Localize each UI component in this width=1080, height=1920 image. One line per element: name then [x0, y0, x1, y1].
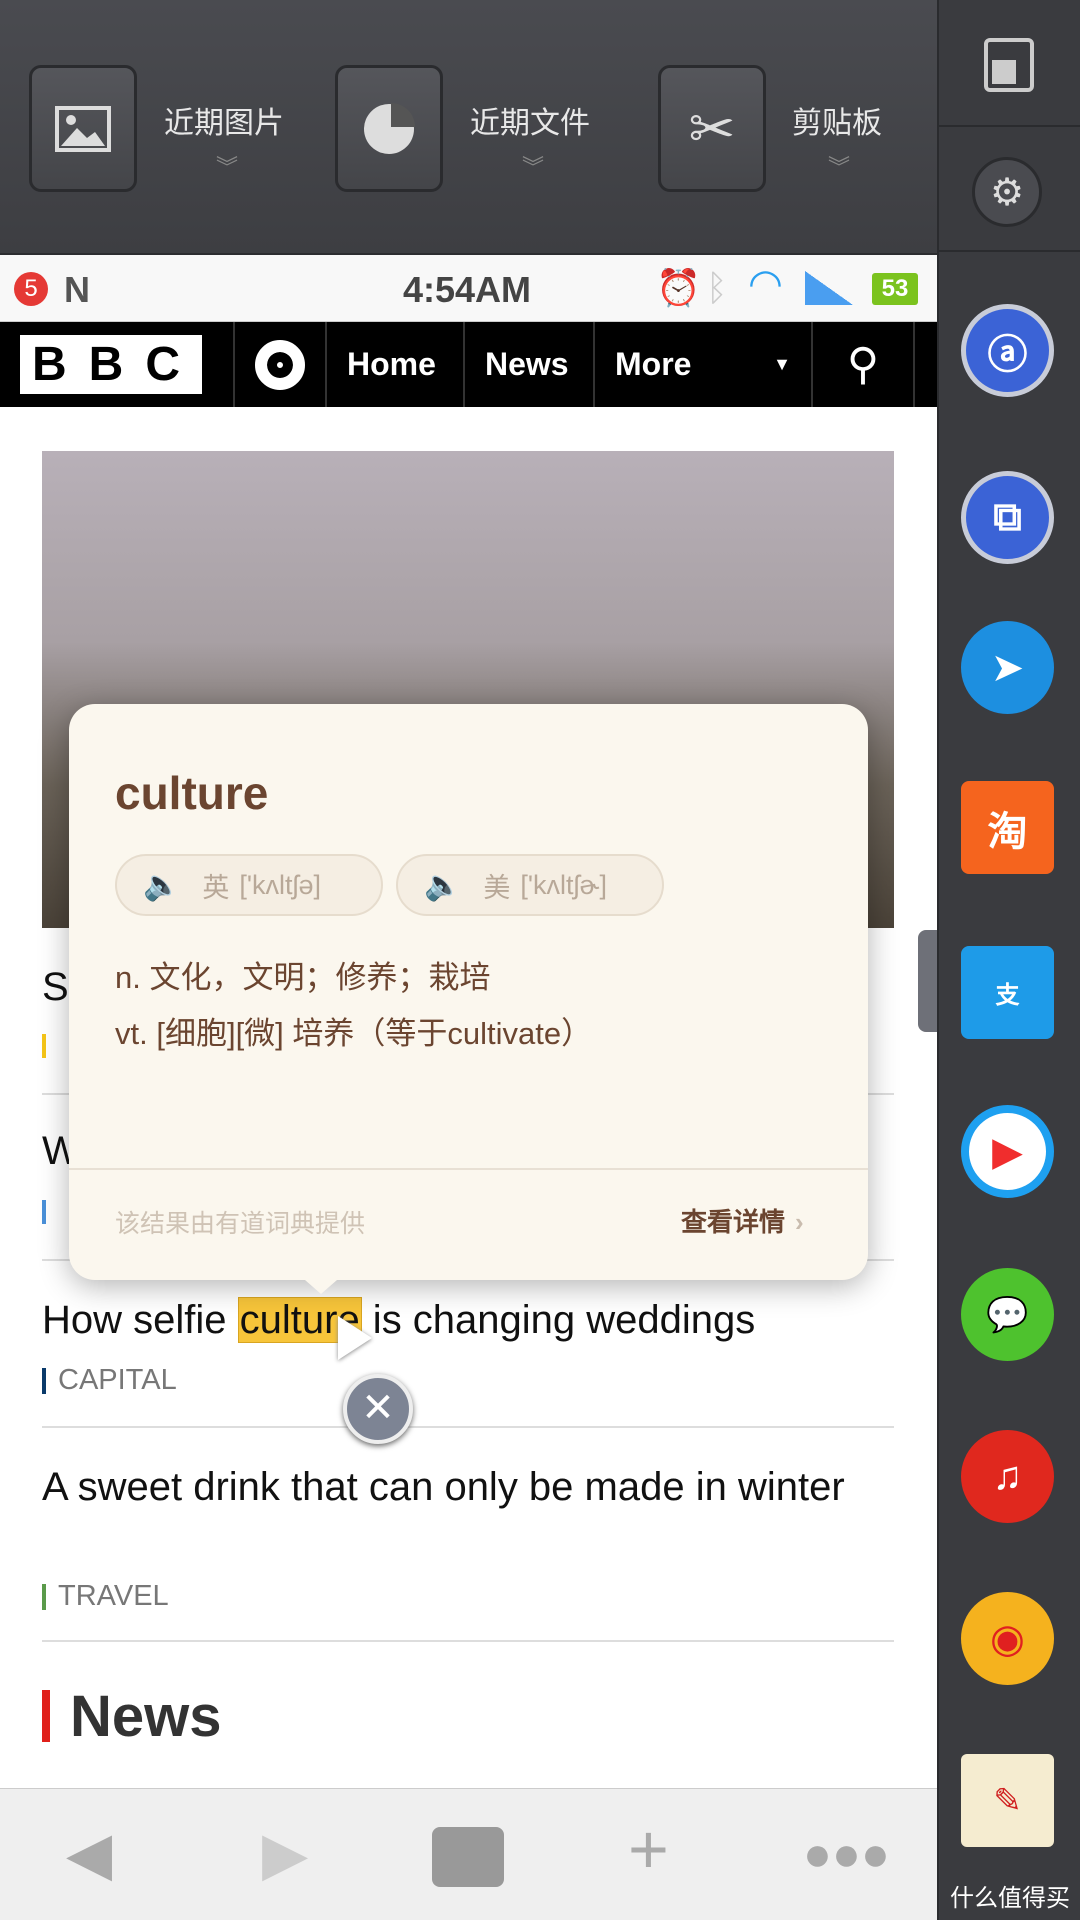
watermark: 什么值得买 — [950, 1885, 1070, 1912]
netease-music-icon[interactable]: ♫ — [961, 1430, 1054, 1523]
recent-files-button[interactable] — [335, 65, 443, 192]
recent-files-label[interactable]: 近期文件 — [470, 98, 590, 142]
dictionary-popup: culture 🔈 英 ['kʌltʃə] 🔈 美 ['kʌltʃɚ] n. 文化，文明… — [69, 704, 868, 1294]
search-icon[interactable]: ⚲ — [813, 322, 915, 407]
gear-icon[interactable]: ⚙ — [972, 157, 1042, 227]
speaker-icon: 🔈 — [424, 868, 462, 902]
resize-window-icon[interactable] — [984, 38, 1034, 92]
new-tab-icon[interactable]: + — [628, 1809, 669, 1889]
tabs-icon[interactable] — [432, 1827, 504, 1887]
close-icon[interactable]: ✕ — [343, 1374, 413, 1444]
chevron-right-icon: › — [795, 1207, 804, 1237]
clipboard-label[interactable]: 剪贴板 — [792, 98, 882, 142]
nav-home[interactable]: Home — [327, 322, 465, 407]
headline[interactable]: A sweet drink that can only be made in w… — [42, 1463, 892, 1512]
battery-indicator: 53 — [872, 273, 918, 305]
recent-images-button[interactable] — [29, 65, 137, 192]
section-title: News — [70, 1684, 222, 1749]
back-icon[interactable]: ◀ — [66, 1819, 112, 1889]
scissors-icon: ✂ — [688, 96, 736, 160]
tag-marker — [42, 1034, 46, 1058]
n-app-icon: N — [64, 269, 90, 310]
us-pronunciation-button[interactable]: 🔈 美 ['kʌltʃɚ] — [396, 854, 664, 916]
bbc-logo[interactable]: BBC — [0, 322, 235, 407]
nav-more[interactable]: More ▼ — [595, 322, 813, 407]
quick-toolbar: 近期图片 ︾ 近期文件 ︾ ✂ 剪贴板 ︾ — [0, 0, 937, 255]
bluetooth-icon: ᛒ — [706, 267, 728, 308]
definition: vt. [细胞][微] 培养（等于cultivate） — [115, 1016, 593, 1051]
recent-images-label[interactable]: 近期图片 — [164, 98, 284, 142]
chevron-down-icon[interactable]: ︾ — [828, 150, 850, 182]
section-accent — [42, 1690, 50, 1742]
tag-capital[interactable]: CAPITAL — [42, 1364, 177, 1397]
wechat-icon[interactable]: 💬 — [961, 1268, 1054, 1361]
tag-travel[interactable]: TRAVEL — [42, 1580, 169, 1613]
account-icon[interactable] — [235, 322, 327, 407]
bbc-nav: BBC Home News More ▼ ⚲ — [0, 322, 937, 407]
dictionary-source: 该结果由有道词典提供 — [115, 1210, 366, 1238]
clock: 4:54AM — [403, 269, 532, 310]
chevron-down-icon[interactable]: ︾ — [216, 150, 238, 182]
signal-icon — [805, 271, 853, 305]
chevron-down-icon[interactable]: ︾ — [522, 150, 544, 182]
sidebar-handle[interactable] — [918, 930, 937, 1032]
taobao-icon[interactable]: 淘 — [961, 781, 1054, 874]
pie-chart-icon — [364, 102, 415, 154]
taobao-text: 淘 — [987, 809, 1028, 854]
alipay-wallet-icon[interactable]: 支 — [961, 946, 1054, 1039]
screen-rotate-icon[interactable]: ⧉ — [961, 471, 1054, 564]
dictionary-word: culture — [115, 767, 269, 819]
status-bar: 5 N 4:54AM ⏰ ᛒ ◠ 53 — [0, 255, 937, 322]
dropdown-icon: ▼ — [773, 354, 791, 374]
nav-news[interactable]: News — [465, 322, 595, 407]
forward-icon[interactable]: ▶ — [262, 1819, 308, 1889]
tag-marker — [42, 1200, 46, 1224]
youdao-dict-icon[interactable]: ⓐ — [961, 304, 1054, 397]
view-details-link[interactable]: 查看详情 › — [681, 1202, 804, 1239]
speaker-icon: 🔈 — [143, 868, 181, 902]
text-cursor-handle[interactable] — [338, 1316, 372, 1360]
image-icon — [55, 105, 111, 152]
video-player-icon[interactable]: ▶ — [961, 1105, 1054, 1198]
notes-icon[interactable]: ✎ — [961, 1754, 1054, 1847]
notification-badge: 5 — [14, 272, 48, 306]
popup-pointer — [305, 1280, 337, 1294]
menu-icon[interactable]: ●●● — [803, 1827, 890, 1882]
clipboard-button[interactable]: ✂ — [658, 65, 766, 192]
headline[interactable]: How selfie culture is changing weddings — [42, 1296, 892, 1345]
browser-bottom-bar: ◀ ▶ + ●●● — [0, 1788, 937, 1920]
uk-pronunciation-button[interactable]: 🔈 英 ['kʌltʃə] — [115, 854, 383, 916]
alarm-icon: ⏰ — [656, 267, 701, 308]
weibo-icon[interactable]: ◉ — [961, 1592, 1054, 1685]
dingtalk-icon[interactable]: ➤ — [961, 621, 1054, 714]
definition: n. 文化，文明；修养；栽培 — [115, 960, 491, 995]
wifi-icon: ◠ — [748, 262, 783, 306]
